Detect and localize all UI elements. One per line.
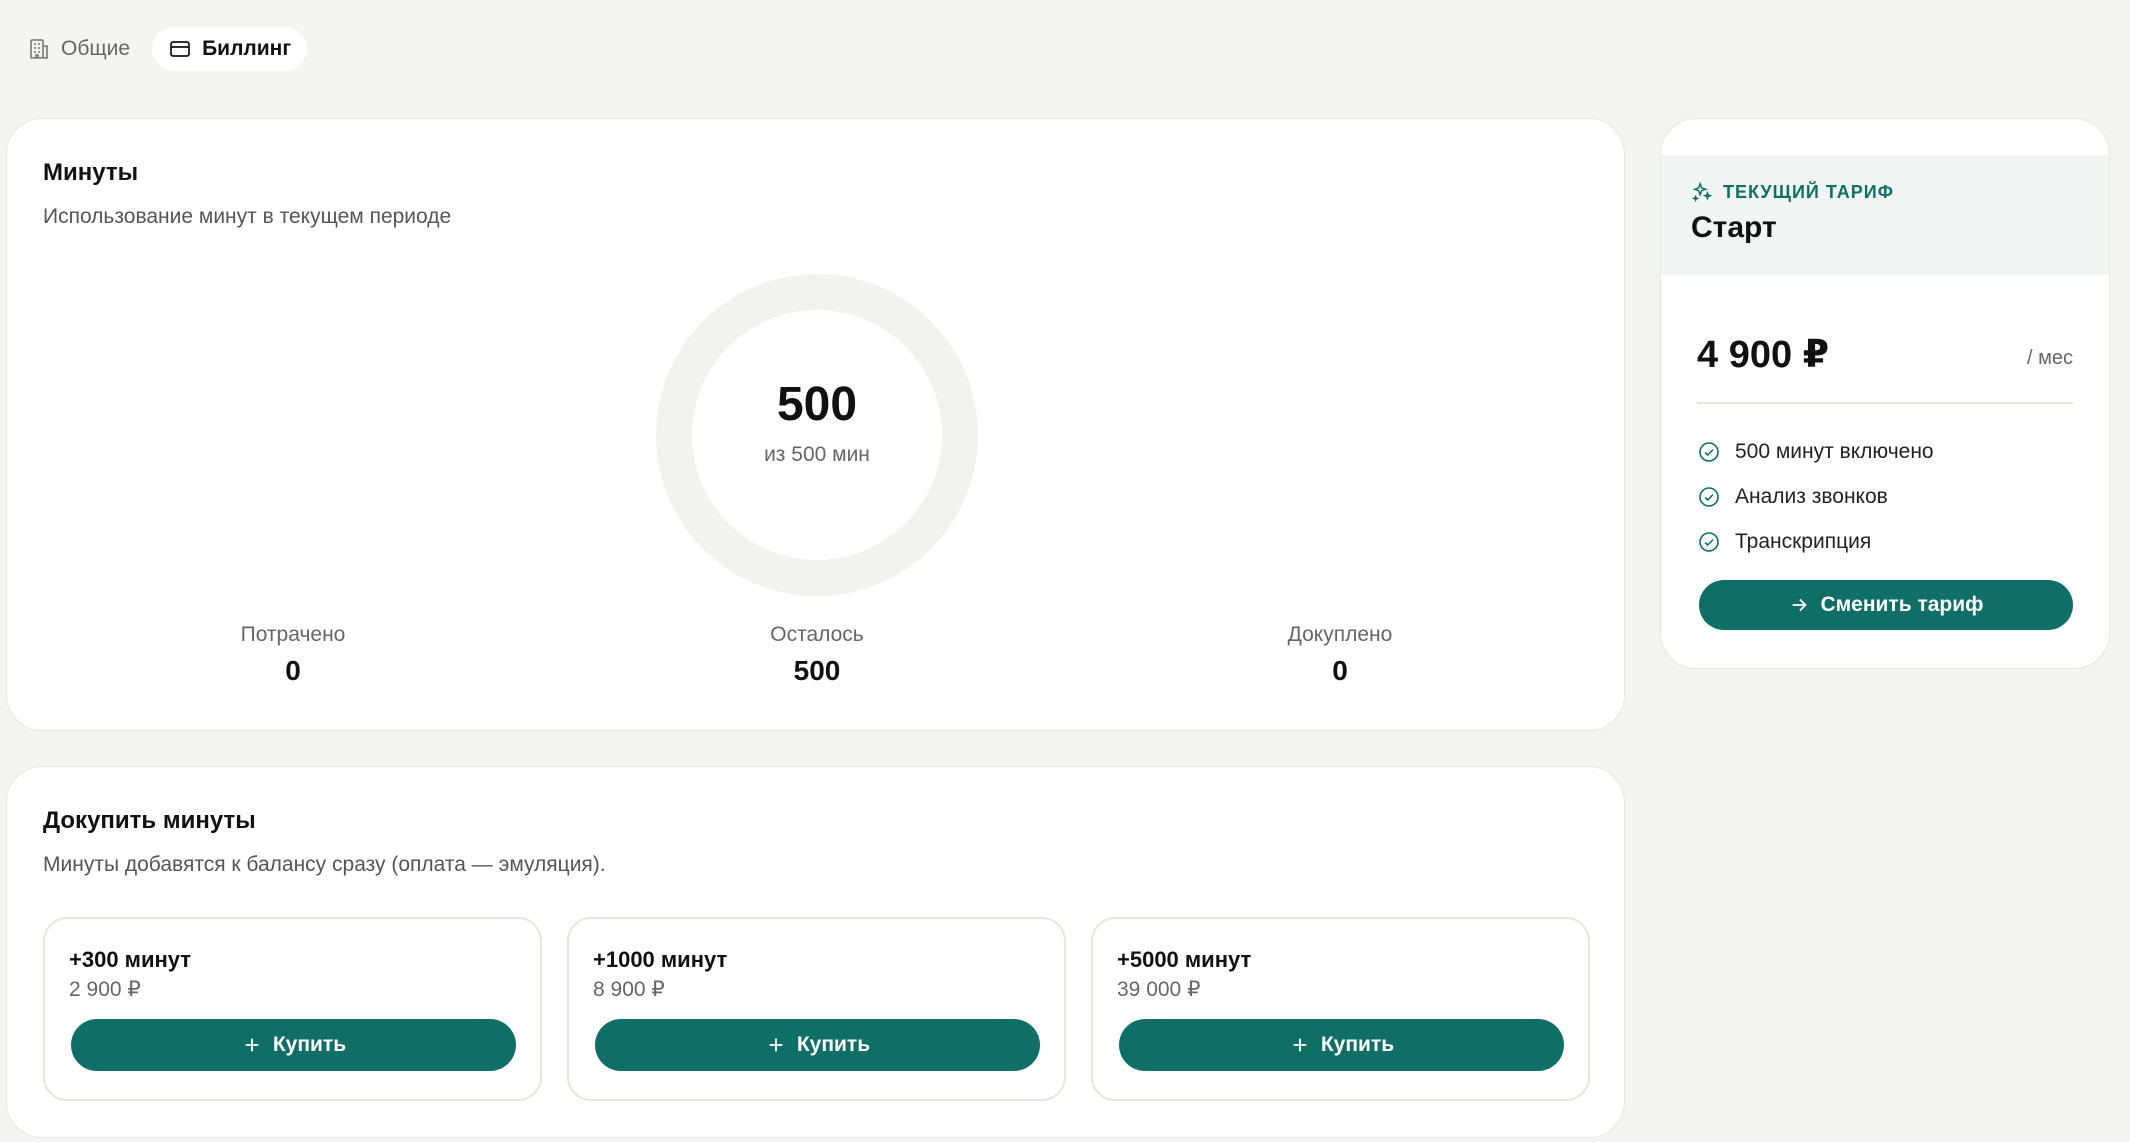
buy-button-300[interactable]: Купить [71, 1019, 516, 1071]
minutes-title: Минуты [43, 159, 139, 186]
tab-billing-label: Биллинг [202, 37, 292, 60]
plan-badge-label: ТЕКУЩИЙ ТАРИФ [1723, 181, 1895, 202]
stat-purchased: Докуплено 0 [1220, 623, 1460, 687]
plus-icon [769, 1038, 783, 1052]
check-circle-icon [1699, 486, 1719, 507]
plan-feature: 500 минут включено [1697, 429, 1934, 474]
building-icon [30, 39, 48, 59]
plan-badge: ТЕКУЩИЙ ТАРИФ [1691, 181, 1894, 203]
buy-button-1000[interactable]: Купить [595, 1019, 1040, 1071]
current-plan-card: ТЕКУЩИЙ ТАРИФ Старт 4 900 ₽ / мес 500 ми… [1660, 118, 2110, 669]
topup-offer-5000: +5000 минут 39 000 ₽ Купить [1091, 917, 1590, 1101]
topup-offer-1000: +1000 минут 8 900 ₽ Купить [567, 917, 1066, 1101]
buy-button-5000[interactable]: Купить [1119, 1019, 1564, 1071]
plan-features: 500 минут включено Анализ звонков Транск… [1697, 429, 1934, 564]
tab-general[interactable]: Общие [11, 27, 146, 71]
stat-spent-value: 0 [285, 655, 301, 686]
stat-spent: Потрачено 0 [173, 623, 413, 687]
offer-price: 2 900 ₽ [69, 978, 141, 1001]
plus-icon [245, 1038, 259, 1052]
stat-purchased-value: 0 [1332, 655, 1348, 686]
check-circle-icon [1699, 531, 1719, 552]
stat-remaining: Осталось 500 [697, 623, 937, 687]
plus-icon [1293, 1038, 1307, 1052]
change-plan-button[interactable]: Сменить тариф [1699, 580, 2073, 630]
minutes-subtitle: Использование минут в текущем периоде [43, 205, 452, 228]
ring-center: 500 из 500 мин [655, 381, 979, 467]
plan-period: / мес [2027, 347, 2073, 369]
plan-feature-label: Транскрипция [1735, 529, 1872, 553]
divider [1697, 402, 2073, 404]
offer-price: 39 000 ₽ [1117, 978, 1201, 1001]
minutes-card: Минуты Использование минут в текущем пер… [6, 118, 1625, 731]
plan-feature: Транскрипция [1697, 519, 1934, 564]
topup-offer-300: +300 минут 2 900 ₽ Купить [43, 917, 542, 1101]
arrow-right-icon [1793, 598, 1808, 612]
plan-feature-label: 500 минут включено [1735, 439, 1934, 463]
sparkles-icon [1691, 181, 1713, 203]
stat-remaining-label: Осталось [770, 623, 864, 646]
plan-header: ТЕКУЩИЙ ТАРИФ Старт [1661, 155, 2109, 275]
stat-spent-label: Потрачено [240, 623, 346, 646]
change-plan-label: Сменить тариф [1820, 593, 1984, 616]
offer-title: +1000 минут [593, 947, 728, 972]
topup-subtitle: Минуты добавятся к балансу сразу (оплата… [43, 853, 606, 876]
ring-value: 500 [776, 378, 858, 431]
topup-card: Докупить минуты Минуты добавятся к балан… [6, 766, 1625, 1138]
credit-card-icon [170, 41, 190, 57]
stat-remaining-value: 500 [793, 655, 841, 686]
plan-name: Старт [1691, 211, 1777, 244]
offer-price: 8 900 ₽ [593, 978, 665, 1001]
tab-general-label: Общие [61, 37, 131, 60]
check-circle-icon [1699, 441, 1719, 462]
buy-button-label: Купить [1320, 1033, 1395, 1056]
plan-price: 4 900 ₽ [1697, 334, 1830, 376]
settings-tabs: Общие Биллинг [11, 27, 308, 71]
plan-feature: Анализ звонков [1697, 474, 1934, 519]
offer-title: +5000 минут [1117, 947, 1252, 972]
ring-caption: из 500 мин [764, 443, 870, 466]
plan-feature-label: Анализ звонков [1735, 484, 1888, 508]
tab-billing[interactable]: Биллинг [152, 27, 308, 71]
buy-button-label: Купить [796, 1033, 871, 1056]
topup-title: Докупить минуты [43, 807, 256, 834]
buy-button-label: Купить [272, 1033, 347, 1056]
offer-title: +300 минут [69, 947, 192, 972]
stat-purchased-label: Докуплено [1287, 623, 1393, 646]
